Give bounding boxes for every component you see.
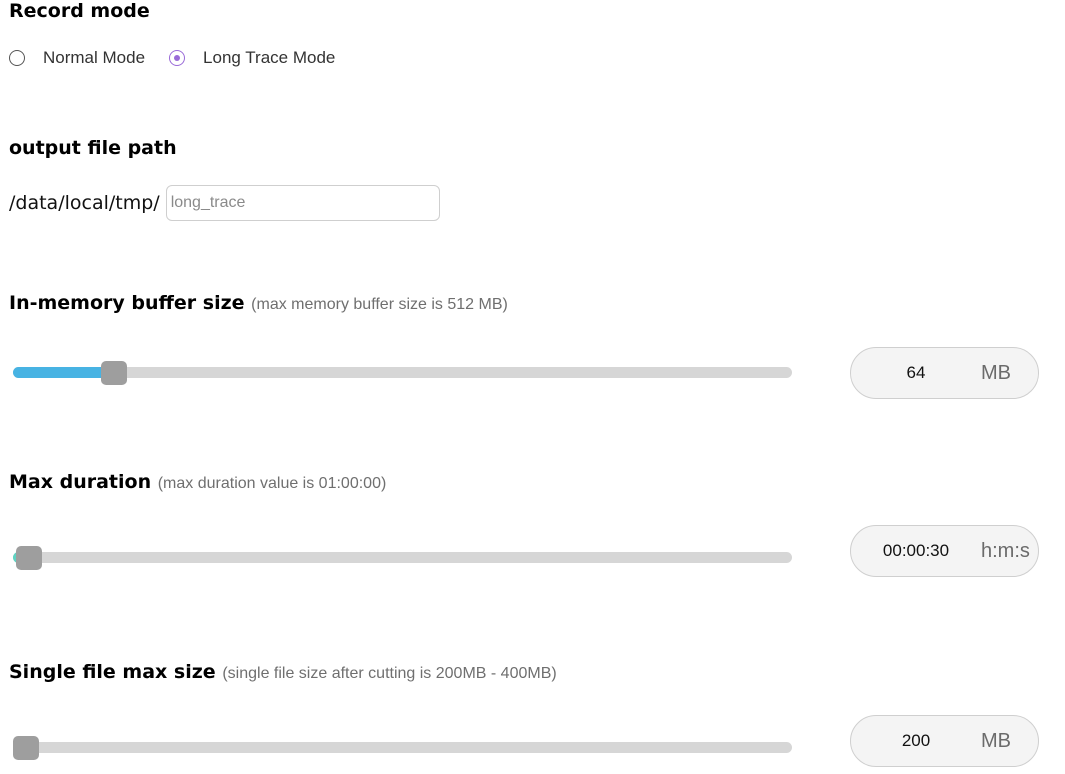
record-mode-radio-group: Normal Mode Long Trace Mode <box>9 46 335 70</box>
max-duration-hint: (max duration value is 01:00:00) <box>157 475 387 492</box>
max-duration-title-text: Max duration <box>9 471 152 493</box>
max-duration-value-box[interactable]: 00:00:30 h:m:s <box>850 525 1039 577</box>
buffer-size-value-box[interactable]: 64 MB <box>850 347 1039 399</box>
max-duration-slider[interactable] <box>13 546 792 570</box>
radio-checked-icon[interactable] <box>169 50 186 66</box>
output-path-title: output file path <box>9 137 177 159</box>
single-file-size-slider[interactable] <box>13 736 792 760</box>
radio-unchecked-icon[interactable] <box>9 50 25 66</box>
slider-thumb[interactable] <box>101 361 127 385</box>
slider-track[interactable] <box>13 552 792 563</box>
max-duration-value[interactable]: 00:00:30 <box>851 541 981 561</box>
slider-thumb[interactable] <box>16 546 42 570</box>
single-file-size-hint: (single file size after cutting is 200MB… <box>222 665 557 682</box>
long-trace-mode-label[interactable]: Long Trace Mode <box>203 48 335 68</box>
record-mode-title: Record mode <box>9 0 150 22</box>
max-duration-unit: h:m:s <box>981 539 1030 562</box>
single-file-size-title-text: Single file max size <box>9 661 216 683</box>
single-file-size-title: Single file max size (single file size a… <box>9 661 557 685</box>
slider-track[interactable] <box>13 742 792 753</box>
output-file-name-input[interactable] <box>165 185 440 221</box>
output-path-prefix: /data/local/tmp/ <box>9 192 160 214</box>
buffer-size-unit: MB <box>981 361 1011 384</box>
max-duration-title: Max duration (max duration value is 01:0… <box>9 471 386 495</box>
record-mode-title-text: Record mode <box>9 0 150 22</box>
buffer-size-slider[interactable] <box>13 361 792 385</box>
slider-thumb[interactable] <box>13 736 39 760</box>
slider-fill <box>13 367 114 378</box>
single-file-size-value[interactable]: 200 <box>851 731 981 751</box>
output-path-title-text: output file path <box>9 137 177 159</box>
buffer-size-value[interactable]: 64 <box>851 363 981 383</box>
buffer-size-title-text: In-memory buffer size <box>9 292 245 314</box>
single-file-size-unit: MB <box>981 729 1011 752</box>
normal-mode-label[interactable]: Normal Mode <box>43 48 145 68</box>
output-path-row: /data/local/tmp/ <box>9 185 440 221</box>
buffer-size-hint: (max memory buffer size is 512 MB) <box>251 296 508 313</box>
normal-mode-radio[interactable]: Normal Mode <box>9 48 145 68</box>
slider-track[interactable] <box>13 367 792 378</box>
single-file-size-value-box[interactable]: 200 MB <box>850 715 1039 767</box>
long-trace-mode-radio[interactable]: Long Trace Mode <box>169 48 335 68</box>
buffer-size-title: In-memory buffer size (max memory buffer… <box>9 292 508 316</box>
record-settings-page: Record mode Normal Mode Long Trace Mode … <box>0 0 1065 774</box>
